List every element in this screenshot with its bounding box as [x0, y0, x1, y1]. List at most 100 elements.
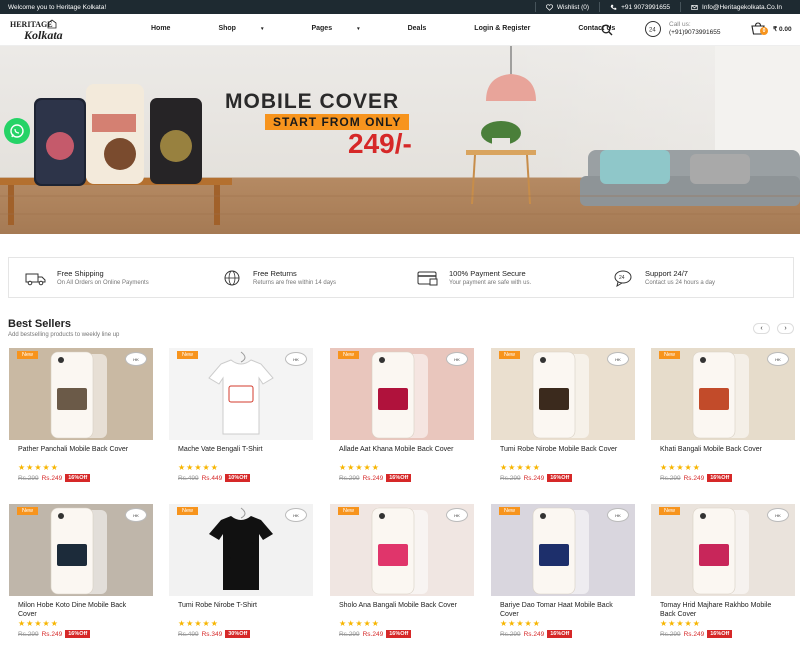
rating-stars: ★★★★★: [660, 619, 701, 628]
old-price: Rs.299: [18, 630, 39, 638]
phone-24-icon: 24: [645, 21, 661, 37]
call-us-block[interactable]: 24 Call us: (+91)9073991655: [643, 20, 721, 38]
product-image[interactable]: New HK: [169, 348, 313, 440]
discount-badge: 16%Off: [707, 474, 733, 482]
nav-shop-label: Shop: [218, 25, 236, 32]
current-price: Rs.249: [523, 630, 545, 638]
product-name[interactable]: Sholo Ana Bangali Mobile Back Cover: [330, 601, 474, 619]
section-subtitle: Add bestselling products to weekly line …: [8, 332, 120, 338]
product-card[interactable]: New HK Allade Aat Khana Mobile Back Cove…: [330, 348, 474, 482]
feature-subtitle: Contact us 24 hours a day: [645, 280, 716, 286]
product-card[interactable]: New HK Tomay Hrid Majhare Rakhbo Mobile …: [651, 504, 795, 638]
new-badge: New: [177, 507, 199, 515]
feature-item: 24 Support 24/7 Contact us 24 hours a day: [597, 269, 793, 287]
product-name[interactable]: Allade Aat Khana Mobile Back Cover: [330, 445, 474, 463]
hero-price: 249/-: [348, 128, 412, 159]
brand-logo-icon: HK: [607, 508, 629, 522]
rating-stars: ★★★★★: [339, 619, 380, 628]
product-image[interactable]: New HK: [9, 348, 153, 440]
old-price: Rs.299: [18, 474, 39, 482]
nav-login-label: Login & Register: [474, 25, 531, 32]
product-image[interactable]: New HK: [330, 348, 474, 440]
svg-text:Kolkata: Kolkata: [23, 28, 63, 42]
discount-badge: 16%Off: [547, 630, 573, 638]
old-price: Rs.299: [339, 630, 360, 638]
feature-subtitle: Returns are free within 14 days: [253, 280, 337, 286]
rating-stars: ★★★★★: [178, 463, 219, 472]
product-card[interactable]: New HK Tumi Robe Nirobe Mobile Back Cove…: [491, 348, 635, 482]
email-link[interactable]: Info@Heritagekolkata.Co.In: [680, 2, 792, 12]
brand-logo-icon: HK: [125, 352, 147, 366]
rating-stars: ★★★★★: [339, 463, 380, 472]
product-card[interactable]: New HK Pather Panchali Mobile Back Cover…: [9, 348, 153, 482]
product-image[interactable]: New HK: [491, 504, 635, 596]
whatsapp-button[interactable]: [4, 118, 30, 144]
product-name[interactable]: Milon Hobe Koto Dine Mobile Back Cover: [9, 601, 153, 619]
chevron-left-icon: ‹: [760, 325, 763, 332]
rating-stars: ★★★★★: [18, 619, 59, 628]
support-chat-icon: 24: [614, 270, 632, 287]
new-badge: New: [499, 507, 521, 515]
section-title: Best Sellers: [8, 318, 71, 330]
product-price: Rs.299 Rs.249 16%Off: [651, 630, 795, 638]
product-image[interactable]: New HK: [330, 504, 474, 596]
feature-title: Free Shipping: [57, 269, 104, 278]
product-name[interactable]: Tumi Robe Nirobe T-Shirt: [169, 601, 313, 619]
product-name[interactable]: Bariye Dao Tomar Haat Mobile Back Cover: [491, 601, 635, 619]
cart-button[interactable]: 0 ₹ 0.00: [751, 22, 792, 36]
product-name[interactable]: Mache Vate Bengali T-Shirt: [169, 445, 313, 463]
product-card[interactable]: New HK Tumi Robe Nirobe T-Shirt ★★★★★ Rs…: [169, 504, 313, 638]
wishlist-link[interactable]: Wishlist (0): [534, 2, 599, 12]
phone-link[interactable]: +91 9073991655: [599, 2, 680, 12]
old-price: Rs.299: [339, 474, 360, 482]
product-price: Rs.299 Rs.249 16%Off: [9, 630, 153, 638]
nav-login[interactable]: Login & Register: [474, 25, 554, 32]
feature-item: 100% Payment Secure Your payment are safe…: [401, 269, 597, 287]
mail-icon: [691, 4, 698, 10]
nav-home[interactable]: Home: [151, 25, 194, 32]
product-image[interactable]: New HK: [491, 348, 635, 440]
search-icon[interactable]: [601, 24, 613, 36]
product-card[interactable]: New HK Sholo Ana Bangali Mobile Back Cov…: [330, 504, 474, 638]
product-name[interactable]: Tomay Hrid Majhare Rakhbo Mobile Back Co…: [651, 601, 795, 619]
nav-shop[interactable]: Shop ▾: [218, 25, 287, 32]
product-card[interactable]: New HK Bariye Dao Tomar Haat Mobile Back…: [491, 504, 635, 638]
rating-stars: ★★★★★: [178, 619, 219, 628]
new-badge: New: [659, 507, 681, 515]
current-price: Rs.249: [683, 630, 705, 638]
product-image[interactable]: New HK: [651, 348, 795, 440]
discount-badge: 10%Off: [225, 474, 251, 482]
email-label: Info@Heritagekolkata.Co.In: [702, 3, 782, 11]
product-price: Rs.299 Rs.249 16%Off: [651, 474, 795, 482]
nav-deals[interactable]: Deals: [408, 25, 451, 32]
main-nav: Home Shop ▾ Pages ▾ Deals Login & Register…: [151, 25, 663, 32]
brand-logo-icon: HK: [446, 352, 468, 366]
heart-icon: [545, 3, 553, 11]
carousel-next-button[interactable]: ›: [777, 323, 794, 334]
product-name[interactable]: Khati Bangali Mobile Back Cover: [651, 445, 795, 463]
product-card[interactable]: New HK Mache Vate Bengali T-Shirt ★★★★★ …: [169, 348, 313, 482]
discount-badge: 30%Off: [225, 630, 251, 638]
product-name[interactable]: Tumi Robe Nirobe Mobile Back Cover: [491, 445, 635, 463]
hero-banner[interactable]: MOBILE COVER START FROM ONLY 249/-: [0, 46, 800, 234]
brand-logo-icon: HK: [446, 508, 468, 522]
product-image[interactable]: New HK: [169, 504, 313, 596]
nav-home-label: Home: [151, 25, 171, 32]
product-image[interactable]: New HK: [651, 504, 795, 596]
nav-pages[interactable]: Pages ▾: [311, 25, 383, 32]
new-badge: New: [338, 351, 360, 359]
site-logo[interactable]: HERITAGE Kolkata: [8, 18, 103, 42]
rating-stars: ★★★★★: [18, 463, 59, 472]
truck-icon: [25, 273, 46, 285]
rating-stars: ★★★★★: [660, 463, 701, 472]
product-card[interactable]: New HK Milon Hobe Koto Dine Mobile Back …: [9, 504, 153, 638]
product-image[interactable]: New HK: [9, 504, 153, 596]
product-card[interactable]: New HK Khati Bangali Mobile Back Cover ★…: [651, 348, 795, 482]
current-price: Rs.249: [41, 630, 63, 638]
old-price: Rs.299: [660, 630, 681, 638]
carousel-prev-button[interactable]: ‹: [753, 323, 770, 334]
discount-badge: 16%Off: [386, 474, 412, 482]
whatsapp-icon: [10, 124, 24, 138]
old-price: Rs.299: [500, 474, 521, 482]
product-name[interactable]: Pather Panchali Mobile Back Cover: [9, 445, 153, 463]
